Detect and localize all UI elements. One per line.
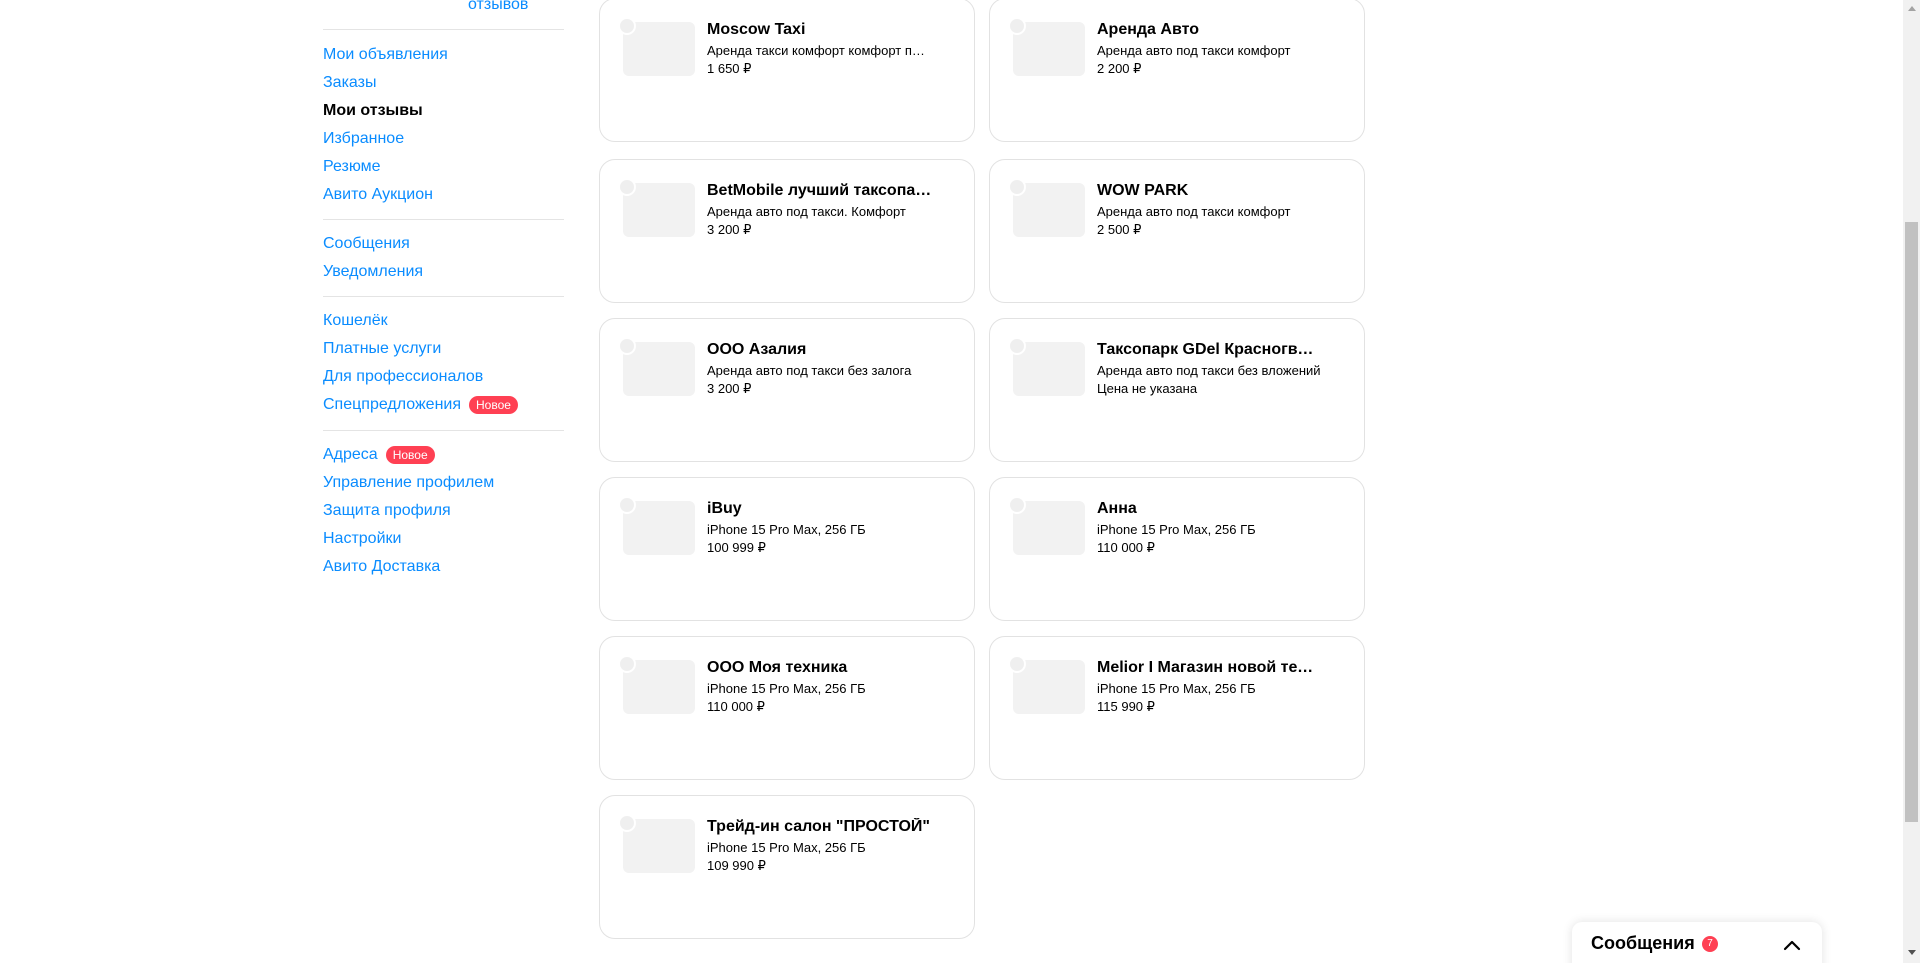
sidebar-divider [323, 430, 564, 431]
item-price: 110 000 ₽ [707, 699, 765, 714]
sidebar-group-messages: Сообщения Уведомления [323, 230, 564, 286]
seller-avatar [1008, 655, 1026, 673]
review-card[interactable]: ООО Моя техника iPhone 15 Pro Max, 256 Г… [599, 636, 975, 780]
item-price: 115 990 ₽ [1097, 699, 1155, 714]
seller-name: Анна [1097, 500, 1137, 517]
item-price: 109 990 ₽ [707, 858, 766, 873]
sidebar-item-messages[interactable]: Сообщения [323, 230, 564, 258]
messenger-widget[interactable]: Сообщения 7 [1572, 922, 1822, 963]
review-card[interactable]: ООО Азалия Аренда авто под такси без зал… [599, 318, 975, 462]
sidebar-group-profile: Адреса Новое Управление профилем Защита … [323, 441, 564, 581]
review-card[interactable]: BetMobile лучший таксопарк Аренда авто п… [599, 159, 975, 303]
seller-name: iBuy [707, 500, 742, 517]
sidebar-item-special-offers[interactable]: Спецпредложения Новое [323, 391, 564, 419]
item-title: Аренда такси комфорт комфорт плюс [707, 43, 932, 58]
review-card[interactable]: Анна iPhone 15 Pro Max, 256 ГБ 110 000 ₽ [989, 477, 1365, 621]
item-price: 100 999 ₽ [707, 540, 766, 555]
item-price: 110 000 ₽ [1097, 540, 1155, 555]
sidebar-item-my-reviews[interactable]: Мои отзывы [323, 97, 564, 125]
review-card[interactable]: Moscow Taxi Аренда такси комфорт комфорт… [599, 0, 975, 142]
seller-name: Трейд-ин салон "ПРОСТОЙ" [707, 818, 930, 835]
sidebar-item-profile-management[interactable]: Управление профилем [323, 469, 564, 497]
sidebar-item-settings[interactable]: Настройки [323, 525, 564, 553]
seller-avatar [618, 337, 636, 355]
page: отзывов Мои объявления Заказы Мои отзывы… [0, 0, 1920, 963]
item-title: iPhone 15 Pro Max, 256 ГБ [707, 840, 866, 855]
item-title: iPhone 15 Pro Max, 256 ГБ [707, 522, 866, 537]
sidebar-item-avito-delivery[interactable]: Авито Доставка [323, 553, 564, 581]
scrollbar-thumb[interactable] [1905, 222, 1918, 822]
new-badge: Новое [469, 396, 518, 414]
item-title: Аренда авто под такси комфорт [1097, 204, 1291, 219]
item-title: iPhone 15 Pro Max, 256 ГБ [1097, 681, 1256, 696]
item-price: 3 200 ₽ [707, 381, 752, 396]
item-price: 2 500 ₽ [1097, 222, 1142, 237]
scroll-up-arrow-icon[interactable] [1908, 6, 1916, 11]
messenger-title: Сообщения [1591, 933, 1695, 953]
sidebar-item-auction[interactable]: Авито Аукцион [323, 181, 564, 209]
sidebar-item-profile-protection[interactable]: Защита профиля [323, 497, 564, 525]
chevron-up-icon[interactable] [1782, 937, 1802, 953]
review-card[interactable]: Melior I Магазин новой техники iPhone 15… [989, 636, 1365, 780]
item-price: 1 650 ₽ [707, 61, 752, 76]
sidebar-item-label: Спецпредложения [323, 396, 461, 413]
item-title: iPhone 15 Pro Max, 256 ГБ [1097, 522, 1256, 537]
item-title: Аренда авто под такси комфорт [1097, 43, 1291, 58]
seller-avatar [1008, 496, 1026, 514]
item-title: Аренда авто под такси. Комфорт [707, 204, 906, 219]
seller-name: ООО Азалия [707, 341, 807, 358]
review-card[interactable]: Аренда Авто Аренда авто под такси комфор… [989, 0, 1365, 142]
scroll-down-arrow-icon[interactable] [1908, 950, 1916, 955]
sidebar-divider [323, 219, 564, 220]
seller-name: Аренда Авто [1097, 21, 1199, 38]
seller-avatar [1008, 17, 1026, 35]
sidebar-divider [323, 296, 564, 297]
item-title: iPhone 15 Pro Max, 256 ГБ [707, 681, 866, 696]
seller-avatar [618, 814, 636, 832]
new-badge: Новое [385, 446, 435, 464]
item-title: Аренда авто под такси без вложений [1097, 363, 1321, 378]
unread-count-badge: 7 [1702, 936, 1718, 952]
sidebar-item-addresses[interactable]: Адреса Новое [323, 441, 564, 469]
seller-name: Melior I Магазин новой техники [1097, 659, 1322, 676]
review-card[interactable]: WOW PARK Аренда авто под такси комфорт 2… [989, 159, 1365, 303]
review-card[interactable]: Таксопарк GDel Красногвардейская Аренда … [989, 318, 1365, 462]
sidebar-item-paid-services[interactable]: Платные услуги [323, 335, 564, 363]
item-price: 2 200 ₽ [1097, 61, 1142, 76]
sidebar-item-resume[interactable]: Резюме [323, 153, 564, 181]
seller-avatar [1008, 337, 1026, 355]
seller-name: WOW PARK [1097, 182, 1189, 199]
sidebar-item-favorites[interactable]: Избранное [323, 125, 564, 153]
reviews-count-link[interactable]: отзывов [468, 0, 528, 14]
sidebar-item-my-ads[interactable]: Мои объявления [323, 41, 564, 69]
seller-avatar [1008, 178, 1026, 196]
sidebar-item-notifications[interactable]: Уведомления [323, 258, 564, 286]
seller-name: Таксопарк GDel Красногвардейская [1097, 341, 1322, 358]
page-scrollbar[interactable] [1903, 0, 1920, 963]
item-price: Цена не указана [1097, 381, 1198, 396]
sidebar-item-label: Адреса [323, 446, 378, 463]
seller-avatar [618, 655, 636, 673]
seller-avatar [618, 496, 636, 514]
review-card[interactable]: iBuy iPhone 15 Pro Max, 256 ГБ 100 999 ₽ [599, 477, 975, 621]
seller-avatar [618, 17, 636, 35]
seller-name: Moscow Taxi [707, 21, 806, 38]
review-card[interactable]: Трейд-ин салон "ПРОСТОЙ" iPhone 15 Pro M… [599, 795, 975, 939]
sidebar-item-orders[interactable]: Заказы [323, 69, 564, 97]
sidebar-item-wallet[interactable]: Кошелёк [323, 307, 564, 335]
seller-name: BetMobile лучший таксопарк [707, 182, 932, 199]
seller-avatar [618, 178, 636, 196]
item-price: 3 200 ₽ [707, 222, 752, 237]
seller-name: ООО Моя техника [707, 659, 848, 676]
sidebar-divider [323, 29, 564, 30]
sidebar-item-for-professionals[interactable]: Для профессионалов [323, 363, 564, 391]
sidebar-group-ads: Мои объявления Заказы Мои отзывы Избранн… [323, 41, 564, 209]
item-title: Аренда авто под такси без залога [707, 363, 912, 378]
sidebar-group-wallet: Кошелёк Платные услуги Для профессионало… [323, 307, 564, 419]
